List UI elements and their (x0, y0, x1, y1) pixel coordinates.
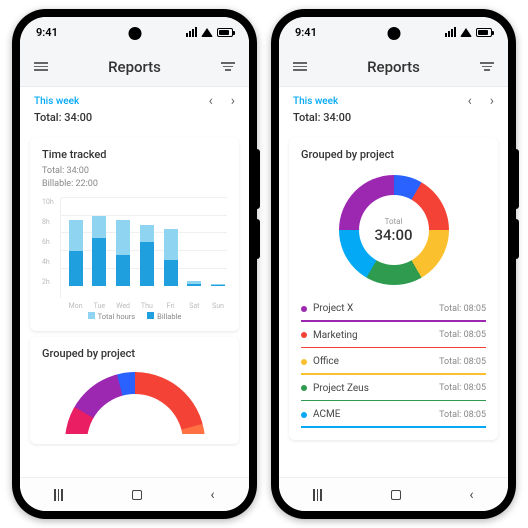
project-divider (301, 400, 486, 402)
chart-y-axis: 10h8h6h4h2h (42, 198, 60, 298)
project-name: Project X (313, 303, 353, 314)
chart-legend: Total hours Billable (42, 312, 227, 321)
nav-recent-icon[interactable] (54, 489, 63, 501)
page-title: Reports (367, 58, 420, 76)
prev-period-button[interactable]: ‹ (468, 93, 472, 109)
list-item[interactable]: Project Zeus Total: 08:05 (301, 377, 486, 402)
phone-side-button (516, 219, 519, 259)
menu-icon[interactable] (293, 62, 307, 71)
bar-column: Tue (90, 216, 108, 286)
bar-column: Wed (114, 220, 132, 286)
filter-icon[interactable] (221, 62, 235, 71)
donut-chart: Total 34:00 (301, 165, 486, 293)
project-color-dot (301, 332, 307, 338)
phone-side-button (516, 149, 519, 209)
project-name: Project Zeus (313, 383, 369, 394)
phone-frame-left: 9:41 Reports This week ‹ › Total: 34:00 (12, 9, 257, 519)
list-item[interactable]: ACME Total: 08:05 (301, 403, 486, 428)
donut-center-label: Total (385, 217, 403, 226)
status-time: 9:41 (36, 26, 58, 39)
signal-icon (186, 27, 197, 37)
phone-frame-right: 9:41 Reports This week ‹ › Total: 34:00 (271, 9, 516, 519)
range-selector[interactable]: This week (34, 96, 209, 107)
menu-icon[interactable] (34, 62, 48, 71)
chart-bars: Mon Tue Wed Thu Fri Sat Sun (60, 198, 227, 298)
project-color-dot (301, 412, 307, 418)
donut-arc: Total (65, 372, 205, 434)
content-area: This week ‹ › Total: 34:00 Time tracked … (20, 87, 249, 477)
project-color-dot (301, 306, 307, 312)
project-total: Total: 08:05 (439, 304, 486, 314)
total-summary: Total: 34:00 (20, 111, 249, 132)
bar-column: Mon (67, 220, 85, 286)
total-summary: Total: 34:00 (279, 111, 508, 132)
screen-right: 9:41 Reports This week ‹ › Total: 34:00 (279, 17, 508, 511)
project-divider (301, 320, 486, 322)
donut-center-value: 34:00 (374, 226, 412, 244)
donut-chart-partial: Total (42, 364, 227, 434)
battery-icon (217, 28, 233, 37)
camera-cutout (387, 27, 400, 40)
next-period-button[interactable]: › (231, 93, 235, 109)
camera-cutout (128, 27, 141, 40)
project-name: ACME (313, 409, 340, 420)
battery-icon (476, 28, 492, 37)
wifi-icon (460, 28, 472, 37)
wifi-icon (201, 28, 213, 37)
status-time: 9:41 (295, 26, 317, 39)
card-subtotal: Total: 34:00 (42, 165, 227, 178)
project-divider (301, 373, 486, 375)
project-color-dot (301, 359, 307, 365)
nav-home-icon[interactable] (132, 490, 142, 500)
list-item[interactable]: Marketing Total: 08:05 (301, 324, 486, 349)
nav-back-icon[interactable]: ‹ (210, 487, 214, 503)
legend-billable: Billable (157, 312, 181, 321)
bar-column: Sat (185, 281, 203, 286)
system-nav-bar: ‹ (20, 477, 249, 511)
screen-left: 9:41 Reports This week ‹ › Total: 34:00 (20, 17, 249, 511)
range-selector[interactable]: This week (293, 96, 468, 107)
project-color-dot (301, 385, 307, 391)
card-title: Grouped by project (42, 347, 227, 360)
project-total: Total: 08:05 (439, 410, 486, 420)
system-nav-bar: ‹ (279, 477, 508, 511)
bar-column: Sun (209, 284, 227, 287)
list-item[interactable]: Project X Total: 08:05 (301, 297, 486, 322)
next-period-button[interactable]: › (490, 93, 494, 109)
time-tracked-card: Time tracked Total: 34:00 Billable: 22:0… (30, 138, 239, 331)
nav-back-icon[interactable]: ‹ (469, 487, 473, 503)
project-name: Marketing (313, 330, 358, 341)
list-item[interactable]: Office Total: 08:05 (301, 350, 486, 375)
filter-icon[interactable] (480, 62, 494, 71)
page-title: Reports (108, 58, 161, 76)
card-title: Grouped by project (301, 148, 486, 161)
bar-column: Fri (162, 229, 180, 286)
phone-side-button (257, 149, 260, 209)
content-area: This week ‹ › Total: 34:00 Grouped by pr… (279, 87, 508, 477)
project-total: Total: 08:05 (439, 330, 486, 340)
project-divider (301, 347, 486, 349)
app-header: Reports (279, 47, 508, 87)
grouped-by-project-card: Grouped by project Total (30, 337, 239, 444)
bar-chart: 10h8h6h4h2h Mon Tue Wed Thu Fri Sat Sun (42, 198, 227, 298)
project-total: Total: 08:05 (439, 357, 486, 367)
project-divider (301, 426, 486, 428)
legend-total: Total hours (98, 312, 136, 321)
donut-arc: Total 34:00 (339, 175, 449, 285)
grouped-by-project-card: Grouped by project Total 34:00 Project X… (289, 138, 498, 440)
prev-period-button[interactable]: ‹ (209, 93, 213, 109)
nav-recent-icon[interactable] (313, 489, 322, 501)
project-total: Total: 08:05 (439, 383, 486, 393)
project-list: Project X Total: 08:05 Marketing Total: 08:… (301, 297, 486, 428)
bar-column: Thu (138, 225, 156, 287)
card-billable: Billable: 22:00 (42, 178, 227, 191)
card-title: Time tracked (42, 148, 227, 161)
phone-side-button (257, 219, 260, 259)
nav-home-icon[interactable] (391, 490, 401, 500)
app-header: Reports (20, 47, 249, 87)
signal-icon (445, 27, 456, 37)
project-name: Office (313, 356, 339, 367)
